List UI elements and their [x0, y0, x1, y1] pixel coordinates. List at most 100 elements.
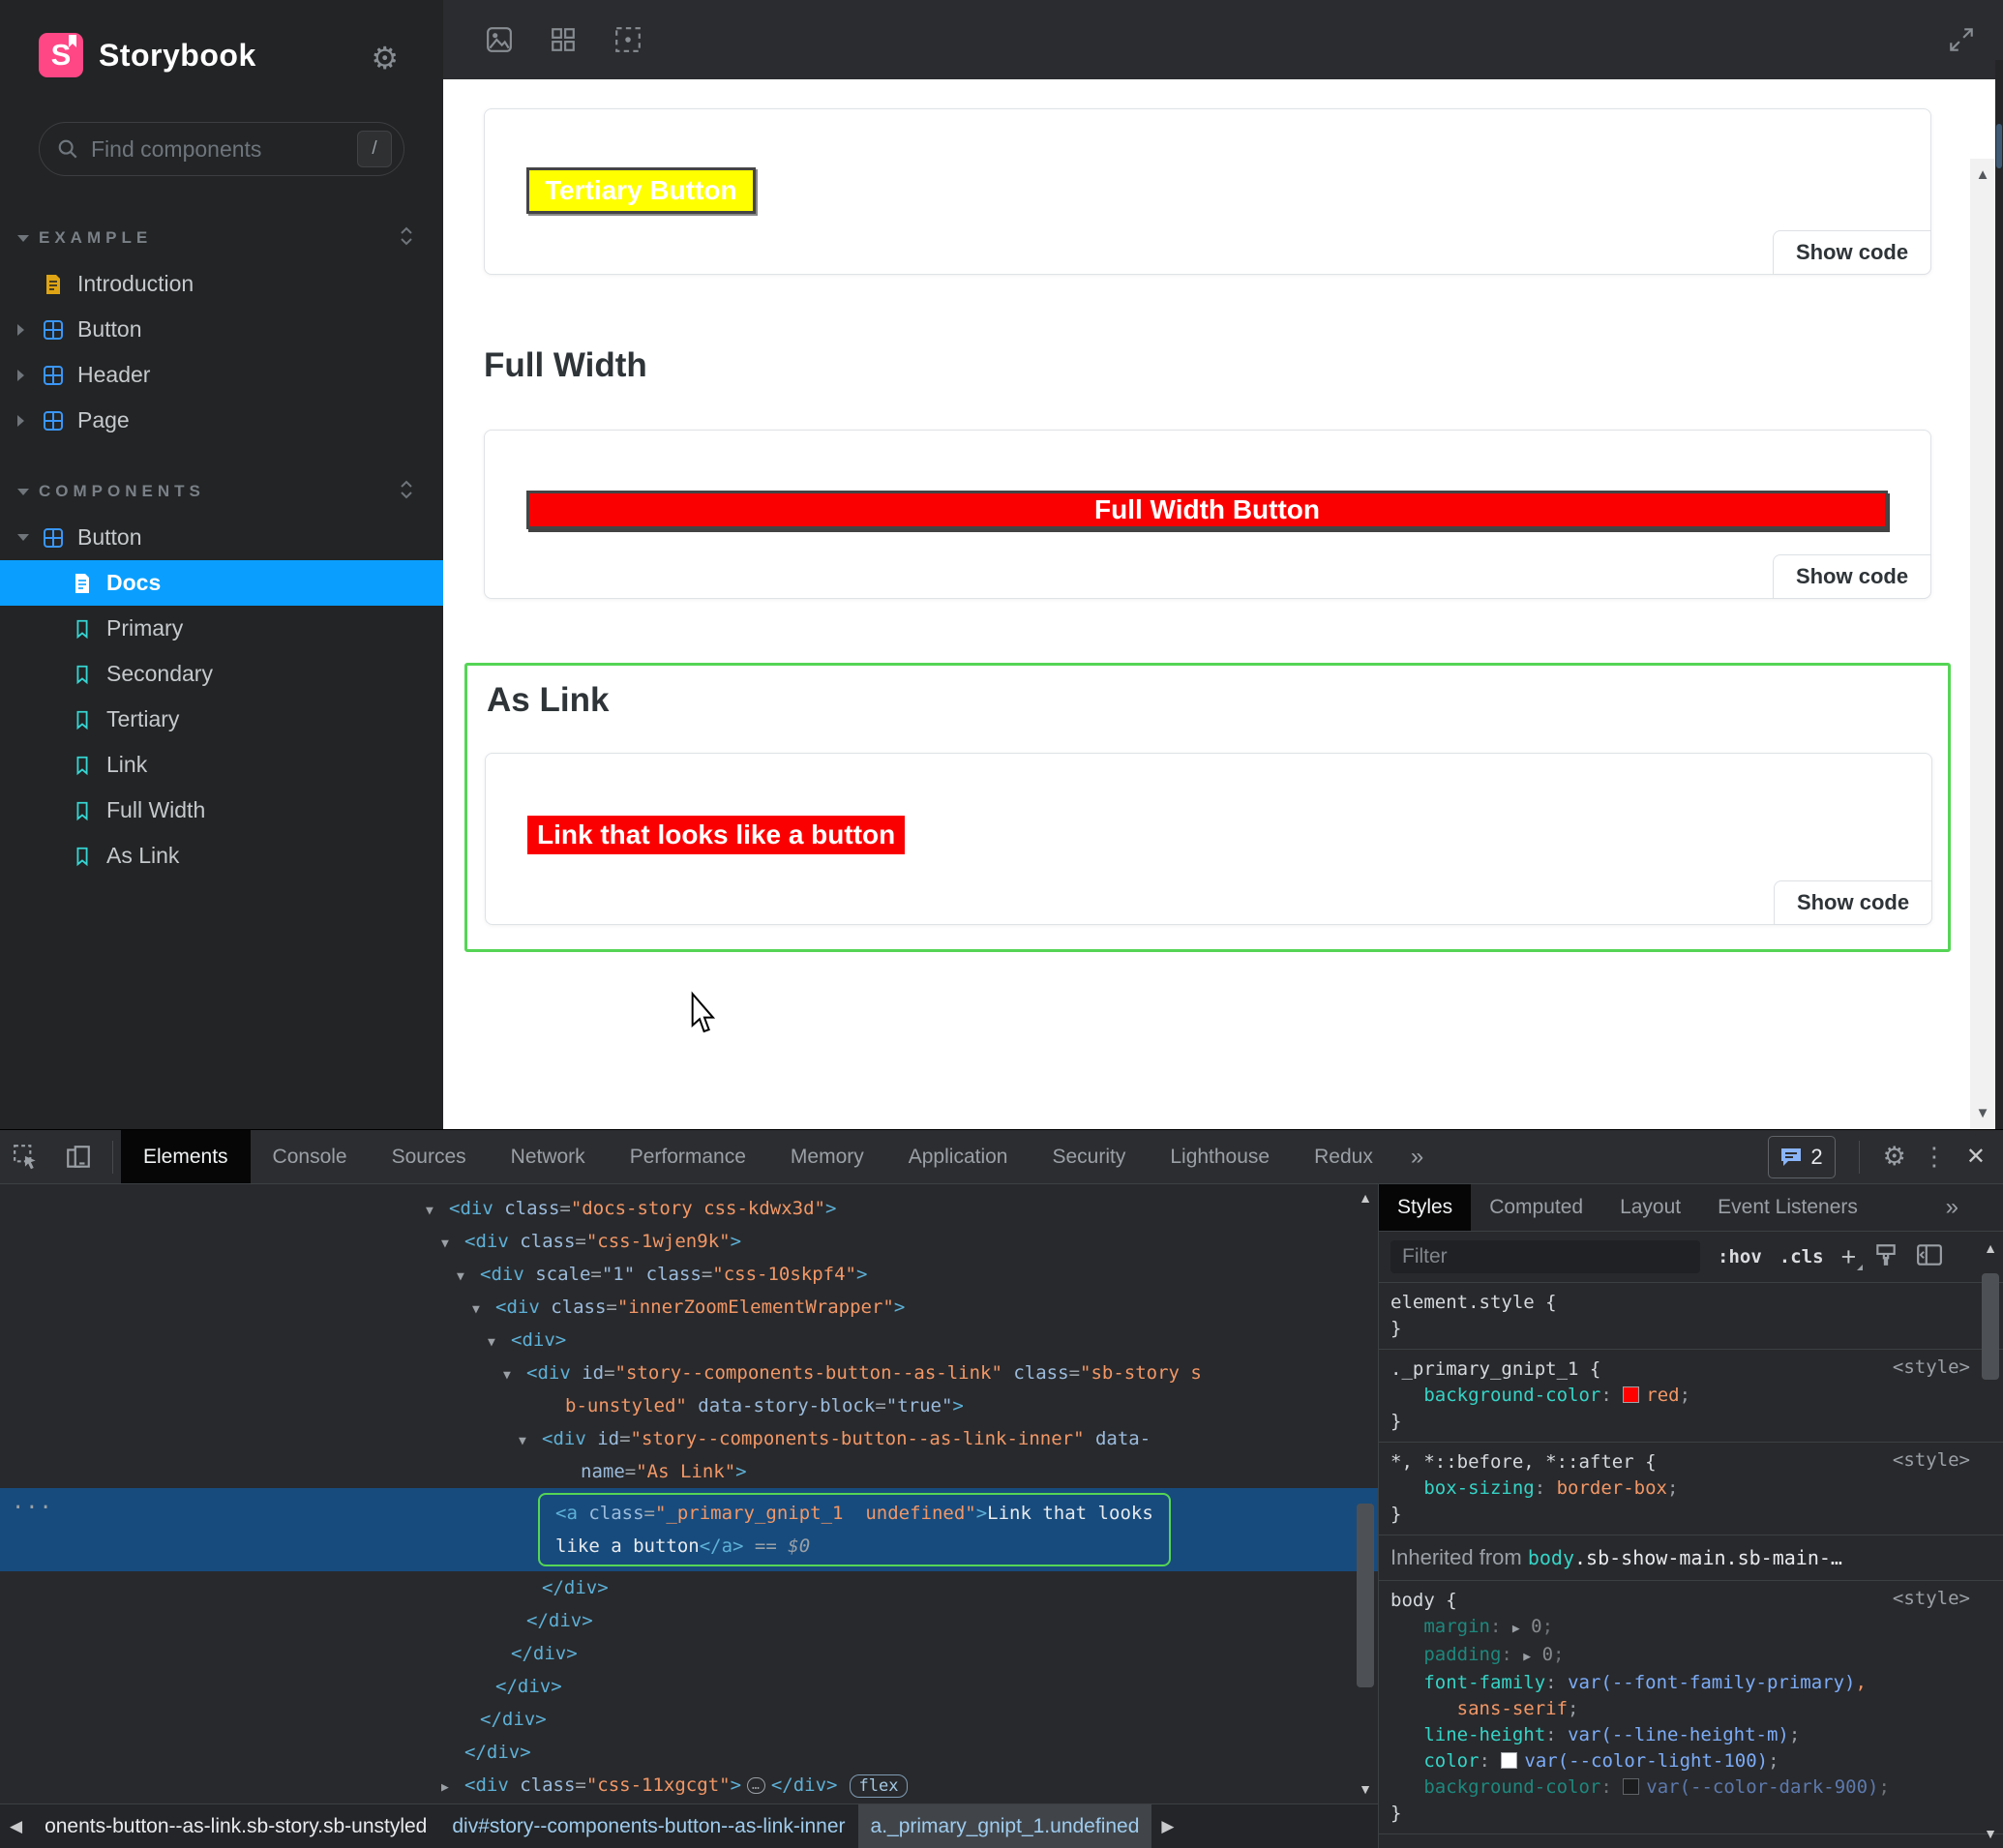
section-caret-icon[interactable] — [17, 235, 29, 242]
style-declaration-line[interactable]: } — [1390, 1316, 1968, 1342]
styles-filter-input[interactable]: Filter — [1390, 1240, 1700, 1273]
canvas-scrollbar[interactable]: ▲ ▼ — [1970, 159, 1995, 1129]
color-swatch[interactable] — [1501, 1752, 1517, 1769]
devtools-tab-lighthouse[interactable]: Lighthouse — [1148, 1130, 1292, 1183]
style-declaration-line[interactable]: background-color: red; — [1390, 1383, 1968, 1409]
expand-arrow-icon[interactable]: ▼ — [503, 1359, 526, 1392]
sidebar-toggle-icon[interactable] — [1916, 1242, 1943, 1272]
devtools-tab-redux[interactable]: Redux — [1292, 1130, 1395, 1183]
show-code-button[interactable]: Show code — [1773, 554, 1931, 599]
inherited-link-rest[interactable]: .sb-show-main.sb-main-… — [1574, 1546, 1842, 1569]
toggle-hover-state[interactable]: :hov — [1718, 1246, 1762, 1267]
dom-tree-line[interactable]: </div> — [0, 1637, 1378, 1670]
expand-arrow-icon[interactable]: ▼ — [519, 1425, 542, 1458]
styles-scrollbar-thumb[interactable] — [1982, 1273, 1999, 1380]
expand-collapse-all-icon[interactable] — [399, 480, 414, 504]
breadcrumb-forward-icon[interactable]: ▶ — [1151, 1817, 1183, 1836]
style-declaration-line[interactable]: margin: ▶ 0; — [1390, 1614, 1968, 1642]
color-swatch[interactable] — [1623, 1386, 1639, 1403]
dom-tree-line[interactable]: </div> — [0, 1703, 1378, 1736]
item-caret-icon[interactable] — [17, 324, 24, 336]
stylesheet-source-link[interactable]: <style> — [1893, 1356, 1970, 1378]
dom-tree-line[interactable]: </div> — [0, 1604, 1378, 1637]
style-declaration-line[interactable]: box-sizing: border-box; — [1390, 1475, 1968, 1502]
style-declaration-line[interactable]: ._primary_gnipt_1 { — [1390, 1356, 1968, 1383]
sidebar-item-header[interactable]: Header — [0, 352, 443, 398]
dom-tree-line[interactable]: ▼<div> — [0, 1324, 1378, 1356]
style-rule[interactable]: <style>body { margin: ▶ 0; padding: ▶ 0;… — [1379, 1581, 2003, 1834]
dom-tree-line[interactable]: </div> — [0, 1571, 1378, 1604]
expand-arrow-icon[interactable]: ▼ — [472, 1294, 495, 1326]
devtools-tab-application[interactable]: Application — [886, 1130, 1031, 1183]
expand-arrow-icon[interactable]: ▼ — [426, 1195, 449, 1228]
show-code-button[interactable]: Show code — [1773, 230, 1931, 275]
style-declaration-line[interactable]: body { — [1390, 1588, 1968, 1614]
breadcrumb-item[interactable]: a._primary_gnipt_1.undefined — [858, 1803, 1152, 1848]
more-tabs-chevron[interactable]: » — [1395, 1144, 1441, 1171]
full-width-button[interactable]: Full Width Button — [526, 491, 1888, 529]
selected-node-line[interactable]: <a class="_primary_gnipt_1 undefined">Li… — [555, 1497, 1153, 1530]
sidebar-item-primary[interactable]: Primary — [0, 606, 443, 651]
devtools-settings-gear-icon[interactable]: ⚙ — [1883, 1142, 1906, 1172]
devtools-tab-elements[interactable]: Elements — [121, 1130, 251, 1183]
inline-menu-dots-icon[interactable]: ··· — [12, 1496, 53, 1520]
section-header-components[interactable]: COMPONENTS — [0, 468, 443, 515]
expand-collapse-all-icon[interactable] — [399, 226, 414, 251]
sidebar-settings-gear-icon[interactable]: ⚙ — [371, 43, 399, 74]
styles-tab-computed[interactable]: Computed — [1471, 1184, 1601, 1231]
dom-tree-line[interactable]: ▼<div class="innerZoomElementWrapper"> — [0, 1291, 1378, 1324]
dom-tree-line[interactable]: name="As Link"> — [0, 1455, 1378, 1488]
item-caret-icon[interactable] — [17, 534, 29, 541]
devtools-tab-sources[interactable]: Sources — [370, 1130, 489, 1183]
style-rule[interactable]: <style>._primary_gnipt_1 { background-co… — [1379, 1350, 2003, 1443]
selected-node-line[interactable]: like a button</a> == $0 — [555, 1530, 1153, 1563]
style-declaration-line[interactable]: line-height: var(--line-height-m); — [1390, 1722, 1968, 1748]
expand-arrow-icon[interactable]: ▼ — [488, 1326, 511, 1359]
devtools-tab-performance[interactable]: Performance — [608, 1130, 768, 1183]
dom-tree-line[interactable]: </div> — [0, 1670, 1378, 1703]
devtools-tab-security[interactable]: Security — [1030, 1130, 1148, 1183]
stylesheet-source-link[interactable]: <style> — [1893, 1588, 1970, 1609]
toggle-classes[interactable]: .cls — [1779, 1246, 1824, 1267]
search-input[interactable]: Find components / — [39, 122, 404, 176]
canvas-grid-icon[interactable] — [550, 26, 577, 53]
style-declaration-line[interactable]: } — [1390, 1801, 1968, 1827]
breadcrumb-back-icon[interactable]: ◀ — [0, 1817, 32, 1836]
device-toolbar-icon[interactable] — [52, 1144, 105, 1171]
item-caret-icon[interactable] — [17, 415, 24, 427]
scroll-down-icon[interactable]: ▼ — [1978, 1826, 2003, 1841]
expand-arrow-icon[interactable]: ▼ — [457, 1261, 480, 1294]
sidebar-item-as-link[interactable]: As Link — [0, 833, 443, 879]
canvas-measure-icon[interactable] — [613, 25, 643, 54]
more-tabs-chevron[interactable]: » — [1946, 1194, 2003, 1221]
inspect-element-icon[interactable] — [0, 1144, 52, 1171]
color-swatch[interactable] — [1623, 1778, 1639, 1795]
section-caret-icon[interactable] — [17, 489, 29, 495]
dom-tree-line[interactable]: ▼<div class="css-1wjen9k"> — [0, 1225, 1378, 1258]
devtools-tab-memory[interactable]: Memory — [768, 1130, 886, 1183]
style-declaration-line[interactable]: sans-serif; — [1390, 1696, 1968, 1722]
devtools-menu-icon[interactable]: ⋮ — [1922, 1142, 1947, 1172]
style-declaration-line[interactable]: font-family: var(--font-family-primary), — [1390, 1670, 1968, 1696]
dom-tree-line[interactable]: </div> — [0, 1736, 1378, 1769]
styles-tab-styles[interactable]: Styles — [1379, 1184, 1471, 1231]
dom-tree-line[interactable]: ▼<div id="story--components-button--as-l… — [0, 1356, 1378, 1389]
sidebar-item-button[interactable]: Button — [0, 515, 443, 560]
new-style-rule-plus-icon[interactable]: + — [1841, 1244, 1857, 1270]
expand-inline-icon[interactable]: … — [747, 1777, 765, 1794]
dom-tree-line[interactable]: ▶<div class="css-11xgcgt">…</div>flex — [0, 1769, 1378, 1802]
sidebar-item-link[interactable]: Link — [0, 742, 443, 788]
window-scrollbar-thumb[interactable] — [1996, 124, 2002, 168]
style-rule[interactable]: element.style {} — [1379, 1283, 2003, 1350]
scroll-up-icon[interactable]: ▲ — [1353, 1190, 1378, 1206]
devtools-tab-console[interactable]: Console — [251, 1130, 370, 1183]
link-that-looks-like-button[interactable]: Link that looks like a button — [527, 816, 905, 854]
sidebar-item-full-width[interactable]: Full Width — [0, 788, 443, 833]
style-rule[interactable]: <style>*, *::before, *::after { box-sizi… — [1379, 1443, 2003, 1535]
fullscreen-expand-icon[interactable] — [1947, 25, 1976, 54]
scroll-down-icon[interactable]: ▼ — [1970, 1105, 1995, 1121]
item-caret-icon[interactable] — [17, 370, 24, 381]
rendering-brush-icon[interactable] — [1873, 1242, 1898, 1272]
tertiary-button[interactable]: Tertiary Button — [526, 167, 756, 214]
scroll-down-icon[interactable]: ▼ — [1353, 1781, 1378, 1797]
